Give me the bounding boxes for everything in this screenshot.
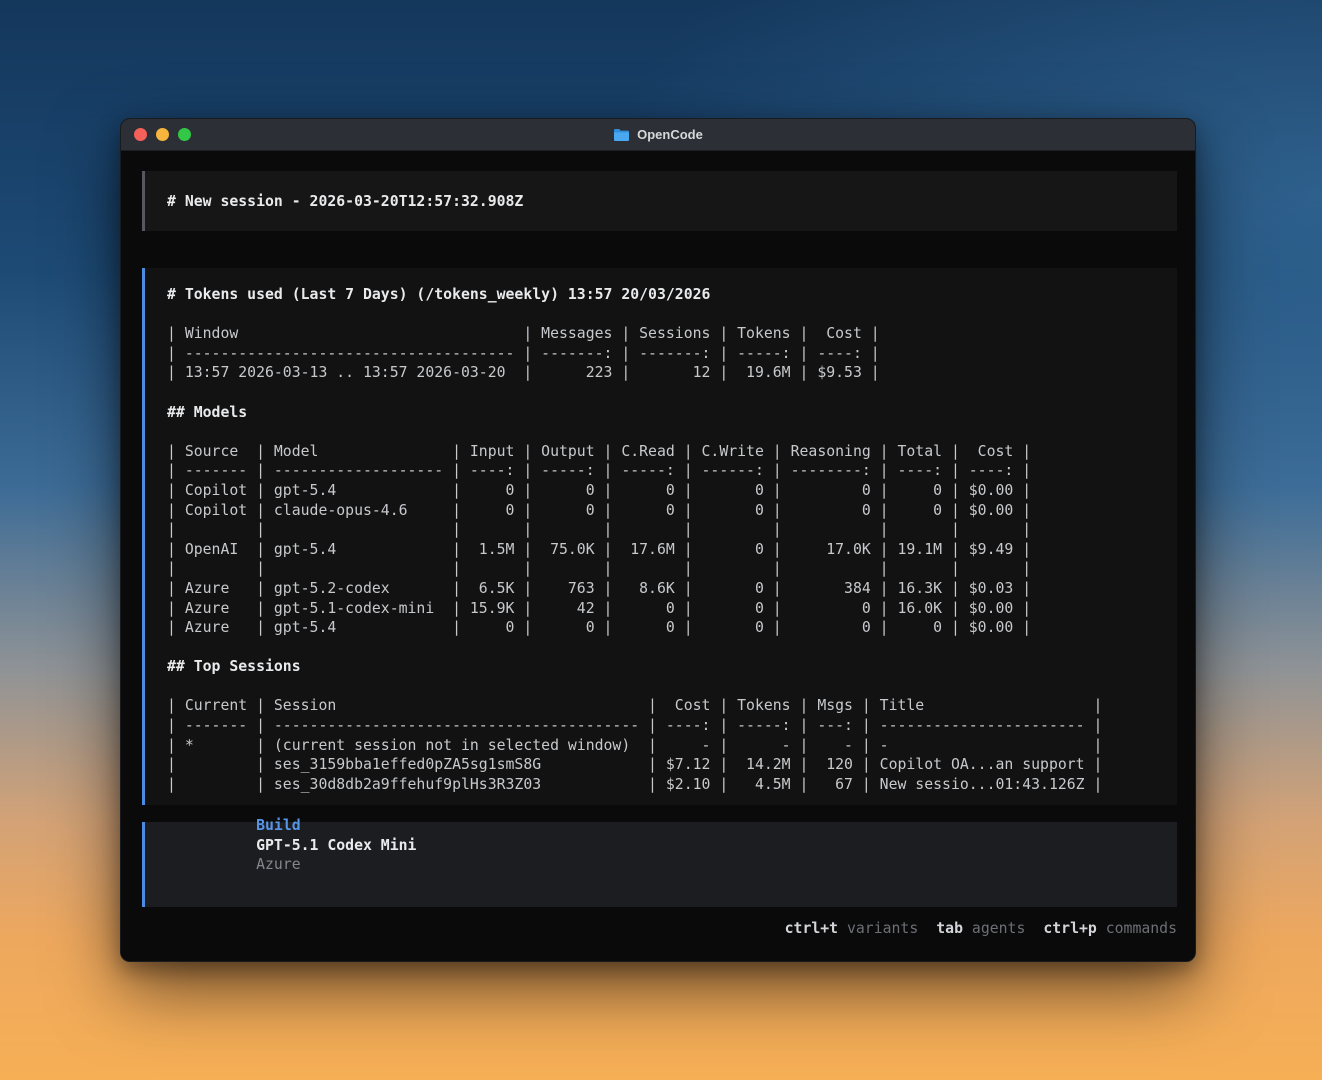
shortcut-key: ctrl+p [1043, 920, 1097, 938]
terminal-line: | | ses_3159bba1effed0pZA5sg1smS8G | $7.… [167, 756, 1103, 774]
tokens-report-lines: # Tokens used (Last 7 Days) (/tokens_wee… [145, 285, 1177, 794]
shortcut-key: tab [936, 920, 963, 938]
desktop-background: OpenCode # New session - 2026-03-20T12:5… [0, 0, 1322, 1080]
minimize-button[interactable] [156, 128, 169, 141]
input-status-row: Build GPT-5.1 Codex Mini Azure [167, 796, 425, 894]
terminal-line: | Azure | gpt-5.1-codex-mini | 15.9K | 4… [167, 599, 1032, 617]
opencode-window: OpenCode # New session - 2026-03-20T12:5… [120, 118, 1196, 962]
session-header-block: # New session - 2026-03-20T12:57:32.908Z [142, 171, 1177, 231]
terminal-line: | ------------------------------------- … [167, 344, 880, 362]
model-name-label: GPT-5.1 Codex Mini [256, 836, 417, 854]
terminal-line: | | | | | | | | | | [167, 560, 1032, 578]
prompt-input[interactable]: Build GPT-5.1 Codex Mini Azure [142, 817, 1177, 908]
agent-mode-label[interactable]: Build [256, 817, 301, 834]
terminal-line: | * | (current session not in selected w… [167, 736, 1103, 754]
terminal-content[interactable]: # New session - 2026-03-20T12:57:32.908Z… [121, 171, 1195, 961]
terminal-line: | 13:57 2026-03-13 .. 13:57 2026-03-20 |… [167, 364, 880, 382]
terminal-line: | Azure | gpt-5.4 | 0 | 0 | 0 | 0 | 0 | … [167, 619, 1032, 637]
terminal-line: | ------- | ------------------- | ----: … [167, 462, 1032, 480]
folder-icon [614, 128, 630, 141]
traffic-lights [134, 128, 191, 141]
shortcut-label: variants [838, 920, 919, 938]
shortcut-hint: ctrl+p commands [1043, 920, 1177, 937]
terminal-line: ## Models [167, 403, 248, 421]
session-header-text: # New session - 2026-03-20T12:57:32.908Z [167, 192, 524, 210]
terminal-line: | Current | Session | Cost | Tokens | Ms… [167, 697, 1103, 715]
terminal-line: | OpenAI | gpt-5.4 | 1.5M | 75.0K | 17.6… [167, 540, 1032, 558]
close-button[interactable] [134, 128, 147, 141]
terminal-line: | Copilot | claude-opus-4.6 | 0 | 0 | 0 … [167, 501, 1032, 519]
terminal-line: | ------- | ----------------------------… [167, 717, 1103, 735]
tokens-report-block: # Tokens used (Last 7 Days) (/tokens_wee… [142, 268, 1177, 806]
provider-label: Azure [256, 856, 301, 874]
shortcut-hint: ctrl+t variants [785, 920, 919, 937]
shortcut-key: ctrl+t [784, 920, 839, 938]
terminal-line: # Tokens used (Last 7 Days) (/tokens_wee… [167, 286, 711, 303]
shortcut-hint: tab agents [936, 920, 1025, 937]
terminal-line: ## Top Sessions [167, 658, 301, 676]
terminal-line: | Window | Messages | Sessions | Tokens … [167, 325, 880, 343]
terminal-line: | | | | | | | | | | [167, 521, 1032, 539]
terminal-line: | Source | Model | Input | Output | C.Re… [167, 442, 1032, 460]
window-titlebar[interactable]: OpenCode [121, 119, 1195, 151]
terminal-line: | Copilot | gpt-5.4 | 0 | 0 | 0 | 0 | 0 … [167, 481, 1032, 499]
terminal-line: | Azure | gpt-5.2-codex | 6.5K | 763 | 8… [167, 579, 1032, 597]
window-title: OpenCode [121, 119, 1195, 150]
fullscreen-button[interactable] [178, 128, 191, 141]
terminal-line: | | ses_30d8db2a9ffehuf9plHs3R3Z03 | $2.… [167, 775, 1103, 793]
status-bar: ctrl+t variants tab agents ctrl+p commands [142, 907, 1177, 961]
shortcut-label: commands [1096, 920, 1177, 938]
shortcut-label: agents [963, 920, 1026, 938]
window-title-text: OpenCode [637, 127, 703, 142]
